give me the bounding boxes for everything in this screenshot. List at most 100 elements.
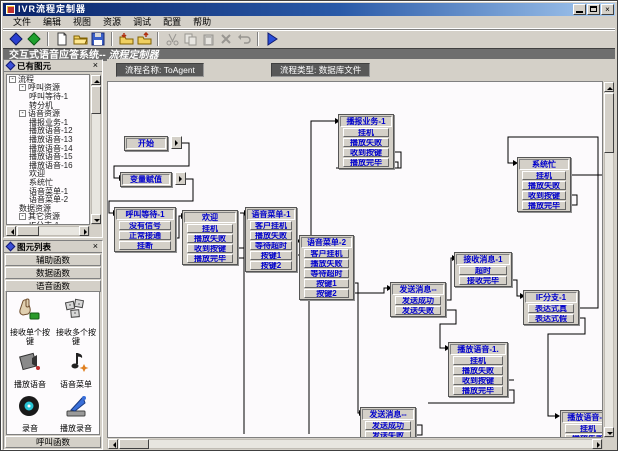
hand-multi-key-icon[interactable]	[54, 298, 98, 327]
block-port[interactable]: 等待超时	[304, 269, 349, 278]
tree-expander-icon[interactable]: -	[19, 84, 26, 91]
flow-block-welcome[interactable]: 欢迎挂机播放失败收到按键播放完毕	[182, 210, 238, 265]
minimize-button[interactable]	[573, 4, 586, 15]
menu-config[interactable]: 配置	[157, 16, 187, 29]
close-button[interactable]: ×	[601, 4, 614, 15]
block-port[interactable]: 挂机	[187, 224, 233, 233]
block-title[interactable]: 变量赋值	[122, 174, 170, 185]
record-icon[interactable]	[8, 394, 52, 423]
flow-block-broadcast-1[interactable]: 播报业务-1挂机播放失败收到按键播放完毕	[338, 114, 394, 169]
block-port[interactable]: 挂断	[119, 241, 171, 250]
block-title[interactable]: 发送消息--	[362, 409, 414, 420]
flow-block-send-msg-1[interactable]: 发送消息--发送成功发送失败	[390, 282, 446, 317]
restore-button[interactable]	[587, 4, 600, 15]
library-item[interactable]: 接收多个按键	[54, 298, 98, 346]
back-diamond-icon[interactable]	[7, 31, 25, 47]
block-port[interactable]: 表达式假	[528, 314, 574, 323]
block-port[interactable]: 发送成功	[395, 296, 441, 305]
canvas-horizontal-scrollbar[interactable]	[107, 439, 603, 449]
group-aux-functions[interactable]: 辅助函数	[5, 254, 101, 266]
cut-icon[interactable]	[163, 31, 181, 47]
export-flow-icon[interactable]	[135, 31, 153, 47]
block-port[interactable]: 没有信号	[119, 221, 171, 230]
open-folder-icon[interactable]	[71, 31, 89, 47]
new-file-icon[interactable]	[53, 31, 71, 47]
voice-menu-icon[interactable]	[54, 350, 98, 379]
block-port[interactable]: 播放失败	[565, 434, 603, 438]
tree-item-label[interactable]: IF分支-1	[29, 220, 59, 225]
tree-item[interactable]: IF分支-1	[7, 221, 89, 225]
copy-icon[interactable]	[181, 31, 199, 47]
library-item[interactable]: 录音	[8, 394, 52, 434]
block-port[interactable]: 收到按键	[522, 191, 566, 200]
play-record-icon[interactable]	[54, 394, 98, 423]
block-port[interactable]: 客户挂机	[250, 221, 292, 230]
block-port[interactable]: 客户挂机	[304, 249, 349, 258]
save-floppy-icon[interactable]	[89, 31, 107, 47]
library-close-icon[interactable]: ×	[91, 242, 100, 251]
block-port[interactable]: 正常接通	[119, 231, 171, 240]
block-port[interactable]: 发送失败	[395, 306, 441, 315]
block-port[interactable]: 播放失败	[187, 234, 233, 243]
block-out-button[interactable]	[175, 172, 186, 185]
block-title[interactable]: 欢迎	[184, 212, 236, 223]
run-icon[interactable]	[263, 31, 281, 47]
block-out-button[interactable]	[171, 136, 182, 149]
menu-help[interactable]: 帮助	[187, 16, 217, 29]
flow-block-voice-menu-2[interactable]: 语音菜单-2客户挂机播放失败等待超时按键1按键2	[299, 235, 354, 300]
import-flow-icon[interactable]	[117, 31, 135, 47]
block-port[interactable]: 播放失败	[522, 181, 566, 190]
block-port[interactable]: 播放失败	[343, 138, 389, 147]
canvas-vertical-scrollbar[interactable]	[604, 81, 614, 438]
block-port[interactable]: 等待超时	[250, 241, 292, 250]
tree-item[interactable]: 播放语音-16	[7, 161, 89, 170]
scroll-up-button[interactable]	[604, 82, 614, 92]
group-data-functions[interactable]: 数据函数	[5, 267, 101, 279]
menu-file[interactable]: 文件	[7, 16, 37, 29]
library-item[interactable]: 播放录音	[54, 394, 98, 434]
flow-block-if-branch-1[interactable]: IF分支-1表达式真表达式假	[523, 290, 579, 325]
block-port[interactable]: 挂机	[453, 356, 503, 365]
flow-block-call-wait-1[interactable]: 呼叫等待-1没有信号正常接通挂断	[114, 207, 176, 252]
flow-block-voice-menu-1[interactable]: 语音菜单-1客户挂机播放失败等待超时按键1按键2	[245, 207, 297, 272]
block-title[interactable]: 开始	[126, 138, 166, 149]
block-port[interactable]: 播放失败	[250, 231, 292, 240]
scroll-right-button[interactable]	[79, 226, 89, 236]
palette-close-icon[interactable]: ×	[91, 61, 100, 70]
delete-icon[interactable]	[217, 31, 235, 47]
block-port[interactable]: 挂机	[343, 128, 389, 137]
flow-block-play-voice-b[interactable]: 播放语音-1.挂机播放失败	[560, 410, 603, 438]
menu-resource[interactable]: 资源	[97, 16, 127, 29]
block-port[interactable]: 播放完毕	[522, 201, 566, 210]
block-port[interactable]: 收到按键	[187, 244, 233, 253]
tree-vertical-scrollbar[interactable]	[91, 74, 101, 225]
block-port[interactable]: 接收完毕	[459, 276, 507, 285]
scroll-thumb[interactable]	[604, 93, 614, 153]
scroll-thumb[interactable]	[91, 86, 101, 114]
scroll-thumb[interactable]	[119, 439, 149, 449]
scroll-down-button[interactable]	[91, 214, 101, 224]
hand-single-key-icon[interactable]	[8, 298, 52, 327]
scroll-left-button[interactable]	[108, 439, 118, 449]
block-port[interactable]: 表达式真	[528, 304, 574, 313]
block-port[interactable]: 播放完毕	[343, 158, 389, 167]
flow-block-sys-busy[interactable]: 系统忙挂机播放失败收到按键播放完毕	[517, 157, 571, 212]
menu-view[interactable]: 视图	[67, 16, 97, 29]
paste-icon[interactable]	[199, 31, 217, 47]
block-title[interactable]: 语音菜单-2	[301, 237, 352, 248]
block-port[interactable]: 发送失败	[365, 431, 411, 438]
tree-horizontal-scrollbar[interactable]	[5, 226, 90, 236]
menu-edit[interactable]: 编辑	[37, 16, 67, 29]
block-title[interactable]: 语音菜单-1	[247, 209, 295, 220]
block-port[interactable]: 播放完毕	[187, 254, 233, 263]
play-voice-icon[interactable]	[8, 350, 52, 379]
flow-block-play-voice-a[interactable]: 播放语音-1.挂机播放失败收到按键播放完毕	[448, 342, 508, 397]
forward-diamond-icon[interactable]	[25, 31, 43, 47]
block-port[interactable]: 按键2	[304, 289, 349, 298]
block-port[interactable]: 按键1	[250, 251, 292, 260]
block-title[interactable]: 播放语音-1.	[562, 412, 603, 423]
block-port[interactable]: 按键1	[304, 279, 349, 288]
group-call-functions[interactable]: 呼叫函数	[5, 436, 101, 448]
block-port[interactable]: 挂机	[522, 171, 566, 180]
block-port[interactable]: 发送成功	[365, 421, 411, 430]
